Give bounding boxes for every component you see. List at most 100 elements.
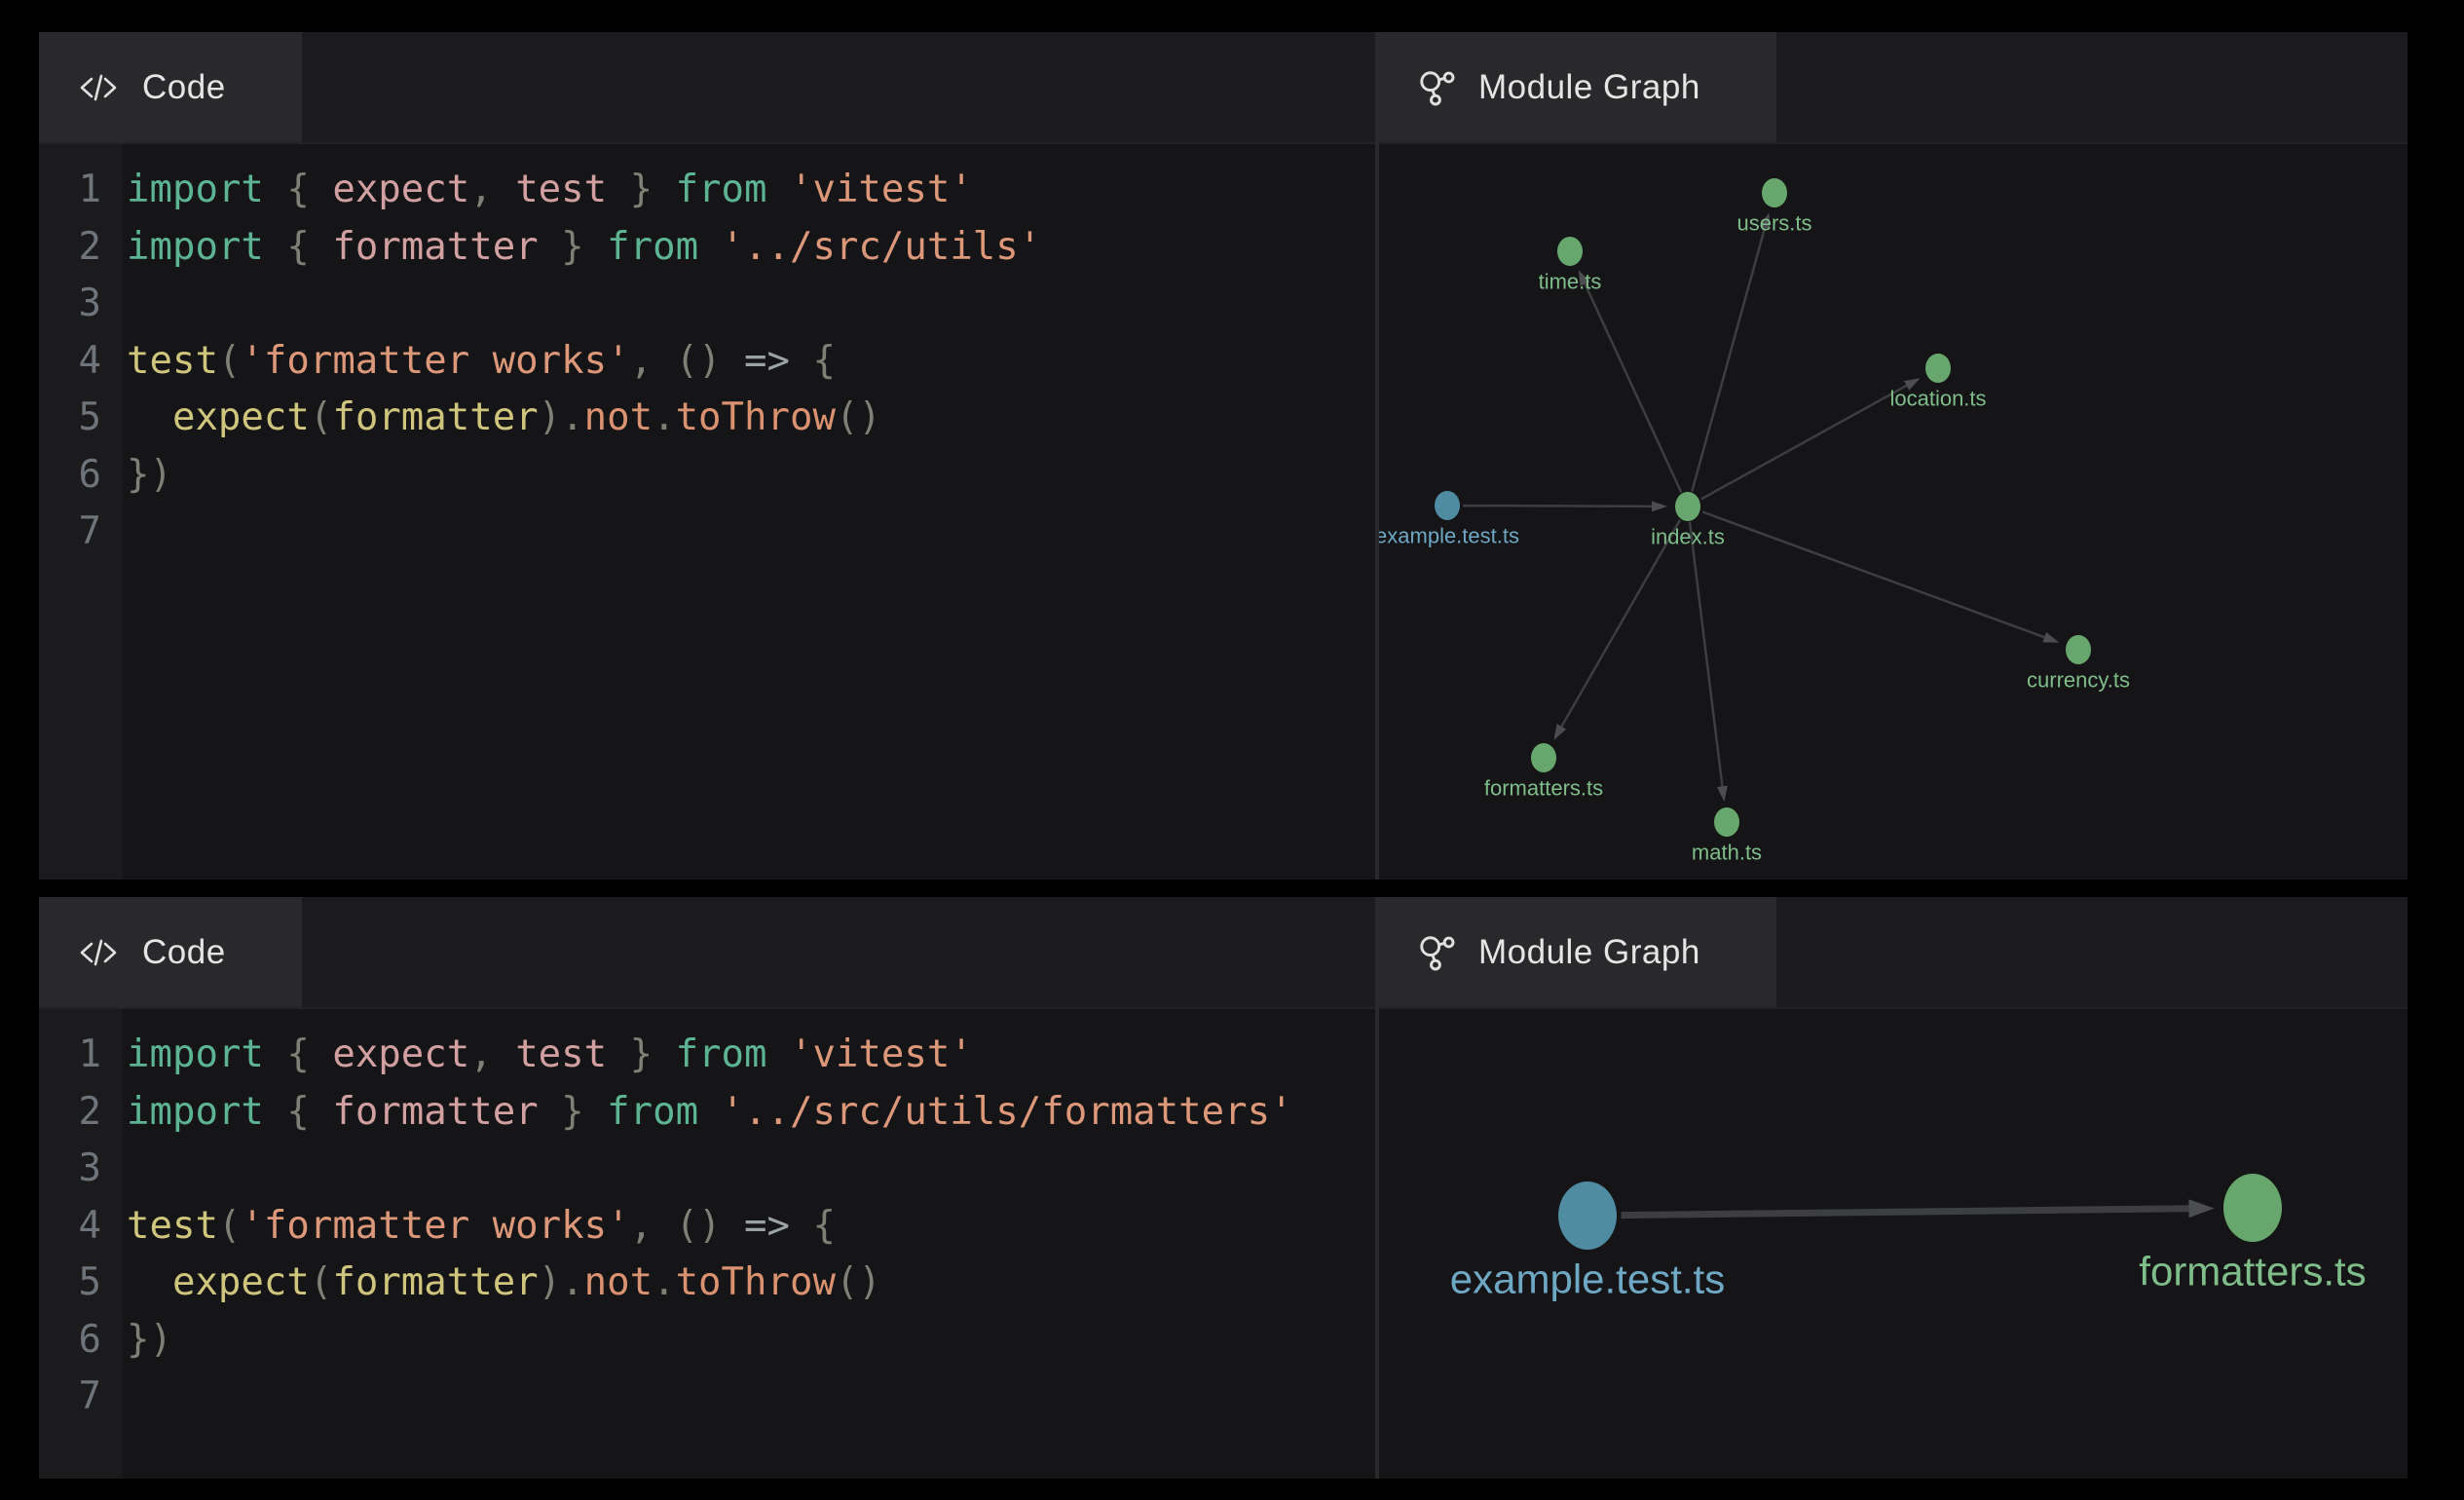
code-token bbox=[790, 1204, 812, 1248]
tab-code-top-label: Code bbox=[142, 68, 226, 107]
line-number: 5 bbox=[39, 390, 123, 447]
graph-edge-arrow bbox=[1652, 501, 1667, 511]
graph-node-math.ts[interactable] bbox=[1714, 807, 1739, 837]
line-number: 2 bbox=[39, 1084, 123, 1142]
code-token: from bbox=[607, 1090, 698, 1134]
graph-node-index.ts[interactable] bbox=[1675, 492, 1700, 521]
module-graph-canvas[interactable]: example.test.tsformatters.ts bbox=[1379, 1009, 2408, 1479]
graph-node-example.test.ts[interactable] bbox=[1558, 1181, 1617, 1250]
code-token: formatter bbox=[332, 1260, 538, 1304]
graph-node-currency.ts[interactable] bbox=[2066, 635, 2091, 664]
line-number: 1 bbox=[39, 162, 123, 219]
graph-edge-arrow bbox=[1553, 724, 1566, 740]
code-token: } bbox=[607, 168, 675, 211]
tab-code-top[interactable]: Code bbox=[39, 32, 302, 142]
line-number: 2 bbox=[39, 219, 123, 277]
line-number: 4 bbox=[39, 1198, 123, 1256]
code-token bbox=[653, 1204, 675, 1248]
graph-node-example.test.ts[interactable] bbox=[1435, 491, 1460, 520]
code-editor[interactable]: 1import { expect, test } from 'vitest'2i… bbox=[39, 144, 1375, 880]
code-token: import bbox=[127, 1090, 264, 1134]
code-token: { bbox=[264, 225, 332, 269]
code-line: 7 bbox=[39, 1369, 1375, 1426]
bottom-row: Code 1import { expect, test } from 'vite… bbox=[39, 897, 2408, 1479]
graph-node-formatters.ts[interactable] bbox=[2223, 1174, 2282, 1242]
code-token: not bbox=[584, 1260, 653, 1304]
code-token: from bbox=[676, 168, 767, 211]
code-panel-top-header: Code bbox=[39, 32, 1375, 144]
code-token: , bbox=[469, 1032, 492, 1076]
tab-module-graph-bottom-label: Module Graph bbox=[1478, 933, 1700, 972]
code-line: 1import { expect, test } from 'vitest' bbox=[39, 1027, 1375, 1084]
code-icon bbox=[76, 933, 121, 972]
graph-node-time.ts[interactable] bbox=[1557, 237, 1583, 266]
code-line-content bbox=[123, 1369, 127, 1426]
code-token: 'vitest' bbox=[790, 1032, 973, 1076]
module-graph-canvas[interactable]: users.tstime.tslocation.tsexample.test.t… bbox=[1379, 144, 2408, 880]
code-line: 4test('formatter works', () => { bbox=[39, 333, 1375, 391]
line-number: 4 bbox=[39, 333, 123, 391]
code-token: ( bbox=[218, 1204, 241, 1248]
code-token: ( bbox=[218, 339, 241, 383]
code-token bbox=[767, 1032, 790, 1076]
code-token bbox=[767, 168, 790, 211]
code-panel-bottom: Code 1import { expect, test } from 'vite… bbox=[39, 897, 1375, 1479]
code-icon bbox=[76, 68, 121, 107]
line-number: 7 bbox=[39, 1369, 123, 1426]
tab-code-bottom-label: Code bbox=[142, 933, 226, 972]
graph-node-formatters.ts[interactable] bbox=[1531, 743, 1556, 772]
code-token: test bbox=[127, 339, 218, 383]
code-panel-top: Code 1import { expect, test } from 'vite… bbox=[39, 32, 1375, 880]
line-number: 1 bbox=[39, 1027, 123, 1084]
code-token: test bbox=[493, 1032, 607, 1076]
line-number: 6 bbox=[39, 1312, 123, 1369]
graph-edge bbox=[1692, 226, 1765, 492]
graph-node-label: formatters.ts bbox=[1484, 776, 1603, 801]
graph-node-label: formatters.ts bbox=[2139, 1249, 2366, 1294]
tab-module-graph-bottom[interactable]: Module Graph bbox=[1379, 897, 1776, 1007]
code-line-content: expect(formatter).not.toThrow() bbox=[123, 1255, 881, 1312]
graph-node-location.ts[interactable] bbox=[1925, 354, 1951, 383]
code-token: toThrow bbox=[676, 1260, 836, 1304]
code-token bbox=[698, 1090, 721, 1134]
code-token: 'formatter works' bbox=[241, 1204, 629, 1248]
code-token: () bbox=[676, 339, 722, 383]
code-token: formatter bbox=[332, 1090, 538, 1134]
code-token: from bbox=[676, 1032, 767, 1076]
code-token: toThrow bbox=[676, 395, 836, 439]
tab-module-graph-top[interactable]: Module Graph bbox=[1379, 32, 1776, 142]
code-token: , bbox=[630, 339, 653, 383]
code-panel-bottom-header: Code bbox=[39, 897, 1375, 1009]
row-gap bbox=[39, 880, 2408, 897]
graph-node-label: location.ts bbox=[1889, 387, 1986, 411]
code-editor[interactable]: 1import { expect, test } from 'vitest'2i… bbox=[39, 1009, 1375, 1479]
code-token: , bbox=[630, 1204, 653, 1248]
graph-edge bbox=[1701, 385, 1908, 499]
code-panel-bottom-body: 1import { expect, test } from 'vitest'2i… bbox=[39, 1009, 1375, 1479]
code-token: import bbox=[127, 1032, 264, 1076]
code-token: { bbox=[812, 339, 835, 383]
code-token: , bbox=[469, 168, 492, 211]
code-token: import bbox=[127, 225, 264, 269]
code-token bbox=[127, 1260, 172, 1304]
graph-node-label: example.test.ts bbox=[1379, 524, 1519, 548]
line-number: 3 bbox=[39, 276, 123, 333]
graph-node-label: math.ts bbox=[1692, 841, 1762, 865]
code-line-content: }) bbox=[123, 447, 172, 505]
module-graph-bottom-header: Module Graph bbox=[1379, 897, 2408, 1009]
code-token: { bbox=[264, 1032, 332, 1076]
vitest-ui-root: Code 1import { expect, test } from 'vite… bbox=[39, 32, 2408, 1479]
code-line: 6}) bbox=[39, 1312, 1375, 1369]
code-token: formatter bbox=[332, 225, 538, 269]
graph-edge-arrow bbox=[1717, 786, 1728, 803]
code-token bbox=[722, 339, 744, 383]
graph-node-users.ts[interactable] bbox=[1762, 178, 1787, 207]
code-token: () bbox=[836, 1260, 881, 1304]
tab-code-bottom[interactable]: Code bbox=[39, 897, 302, 1007]
graph-edge bbox=[1585, 282, 1682, 493]
line-number: 5 bbox=[39, 1255, 123, 1312]
code-token: not bbox=[584, 395, 653, 439]
code-line: 5 expect(formatter).not.toThrow() bbox=[39, 390, 1375, 447]
graph-edge bbox=[1560, 520, 1680, 729]
line-number: 7 bbox=[39, 504, 123, 561]
